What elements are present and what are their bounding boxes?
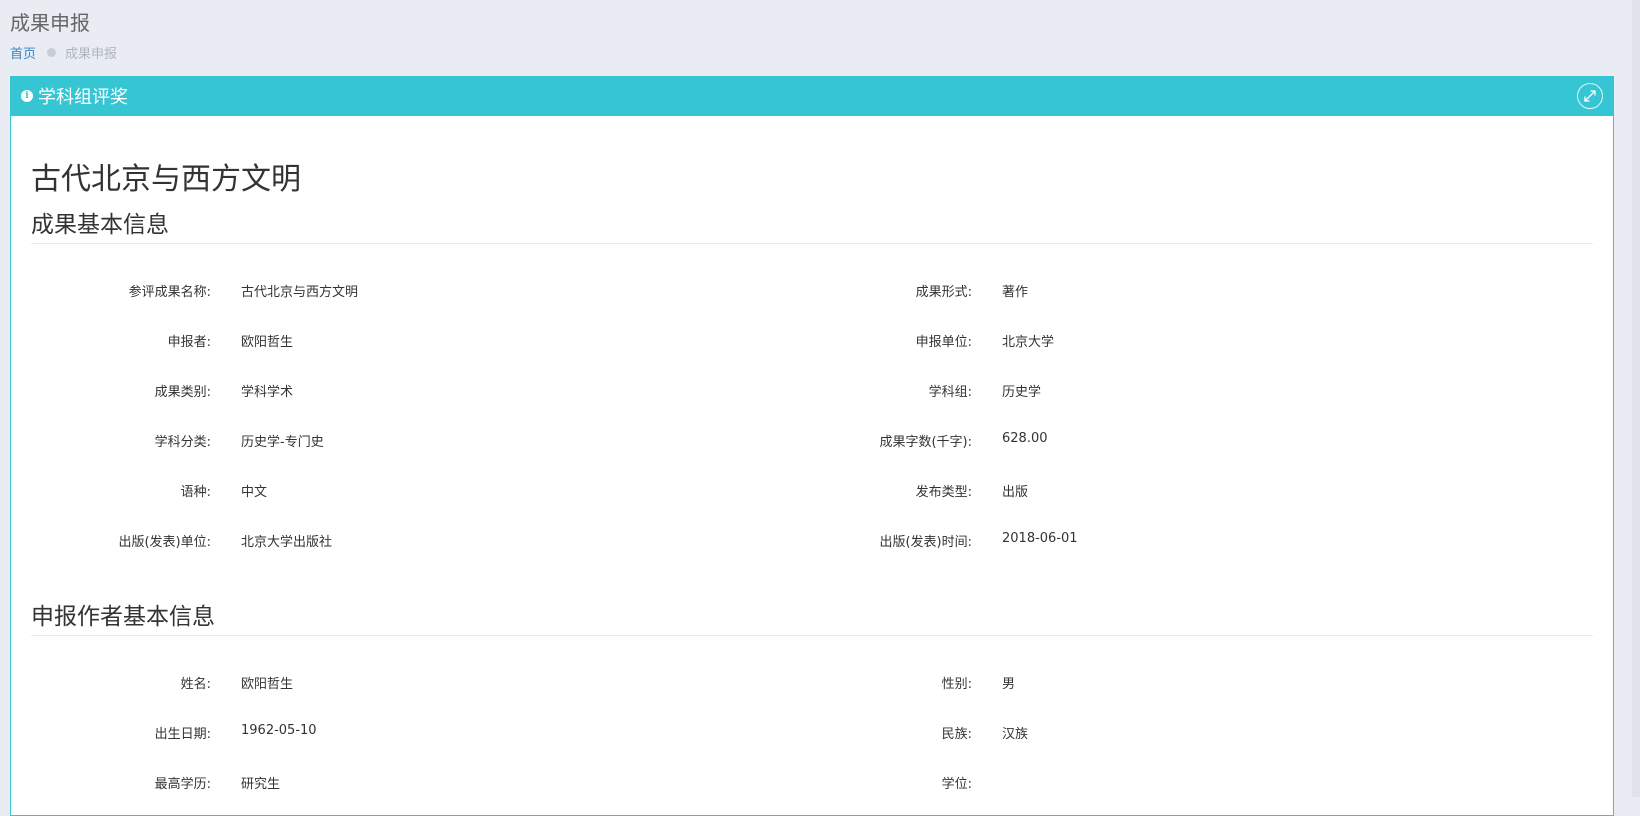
field-value: 男 [1002, 677, 1016, 692]
field-value: 著作 [1002, 285, 1029, 300]
panel-title: 学科组评奖 [38, 87, 128, 108]
field-label: 学位: [941, 777, 972, 792]
field-value: 汉族 [1002, 727, 1029, 742]
field-value: 研究生 [241, 777, 281, 792]
field-label: 出版(发表)时间: [879, 535, 972, 550]
section-title-author-info: 申报作者基本信息 [31, 603, 1593, 636]
field-label: 民族: [941, 727, 972, 742]
info-row: 学科分类: 历史学-专门史 成果字数(千字): 628.00 [31, 431, 1593, 451]
page-header: 成果申报 首页 成果申报 [0, 0, 1640, 76]
field-label: 学科组: [928, 385, 972, 400]
field-value: 历史学-专门史 [241, 435, 324, 450]
info-row: 成果类别: 学科学术 学科组: 历史学 [31, 381, 1593, 401]
breadcrumb: 首页 成果申报 [10, 43, 117, 62]
field-value: 古代北京与西方文明 [241, 285, 359, 300]
info-row: 姓名: 欧阳哲生 性别: 男 [31, 673, 1593, 693]
basic-info-section: 成果基本信息 参评成果名称: 古代北京与西方文明 成果形式: 著作 申报者: 欧… [31, 211, 1593, 550]
breadcrumb-current: 成果申报 [65, 47, 118, 62]
field-label: 性别: [941, 677, 972, 692]
info-row: 申报者: 欧阳哲生 申报单位: 北京大学 [31, 331, 1593, 351]
field-value: 历史学 [1002, 385, 1042, 400]
panel-heading: i 学科组评奖 [11, 76, 1613, 116]
field-label: 学科分类: [154, 435, 211, 450]
field-label: 成果类别: [154, 385, 211, 400]
field-value: 欧阳哲生 [241, 335, 294, 350]
field-label: 参评成果名称: [128, 285, 211, 300]
field-value: 欧阳哲生 [241, 677, 294, 692]
field-label: 发布类型: [915, 485, 972, 500]
page-title: 成果申报 [10, 11, 90, 35]
info-row: 最高学历: 研究生 学位: [31, 773, 1593, 793]
field-label: 申报单位: [915, 335, 972, 350]
field-value: 2018-06-01 [1002, 531, 1078, 546]
info-icon: i [21, 90, 33, 102]
field-value: 出版 [1002, 485, 1029, 500]
field-label: 出版(发表)单位: [118, 535, 211, 550]
field-label: 姓名: [180, 677, 211, 692]
field-label: 语种: [180, 485, 211, 500]
expand-icon [1584, 90, 1596, 102]
field-value: 北京大学 [1002, 335, 1055, 350]
field-label: 最高学历: [154, 777, 211, 792]
breadcrumb-home-link[interactable]: 首页 [10, 43, 36, 62]
info-row: 参评成果名称: 古代北京与西方文明 成果形式: 著作 [31, 281, 1593, 301]
field-value: 北京大学出版社 [241, 535, 333, 550]
scrollbar-thumb[interactable] [1632, 0, 1640, 797]
info-row: 出版(发表)单位: 北京大学出版社 出版(发表)时间: 2018-06-01 [31, 531, 1593, 551]
expand-button[interactable] [1577, 83, 1603, 109]
field-label: 申报者: [167, 335, 211, 350]
author-info-section: 申报作者基本信息 姓名: 欧阳哲生 性别: 男 出生日期: 1962-05-10… [31, 603, 1593, 792]
field-value: 学科学术 [241, 385, 294, 400]
award-panel: i 学科组评奖 古代北京与西方文明 成果基本信息 参评成果名称: 古代北京与西方… [10, 76, 1614, 816]
field-value: 中文 [241, 485, 268, 500]
info-row: 语种: 中文 发布类型: 出版 [31, 481, 1593, 501]
document-title: 古代北京与西方文明 [31, 162, 301, 197]
page-scrollbar[interactable] [1632, 0, 1640, 797]
breadcrumb-separator-icon [47, 48, 57, 57]
info-row: 出生日期: 1962-05-10 民族: 汉族 [31, 723, 1593, 743]
field-label: 成果形式: [915, 285, 972, 300]
field-value: 1962-05-10 [241, 723, 317, 738]
field-label: 成果字数(千字): [879, 435, 972, 450]
section-title-basic-info: 成果基本信息 [31, 211, 1593, 244]
field-label: 出生日期: [154, 727, 211, 742]
field-value: 628.00 [1002, 431, 1048, 446]
